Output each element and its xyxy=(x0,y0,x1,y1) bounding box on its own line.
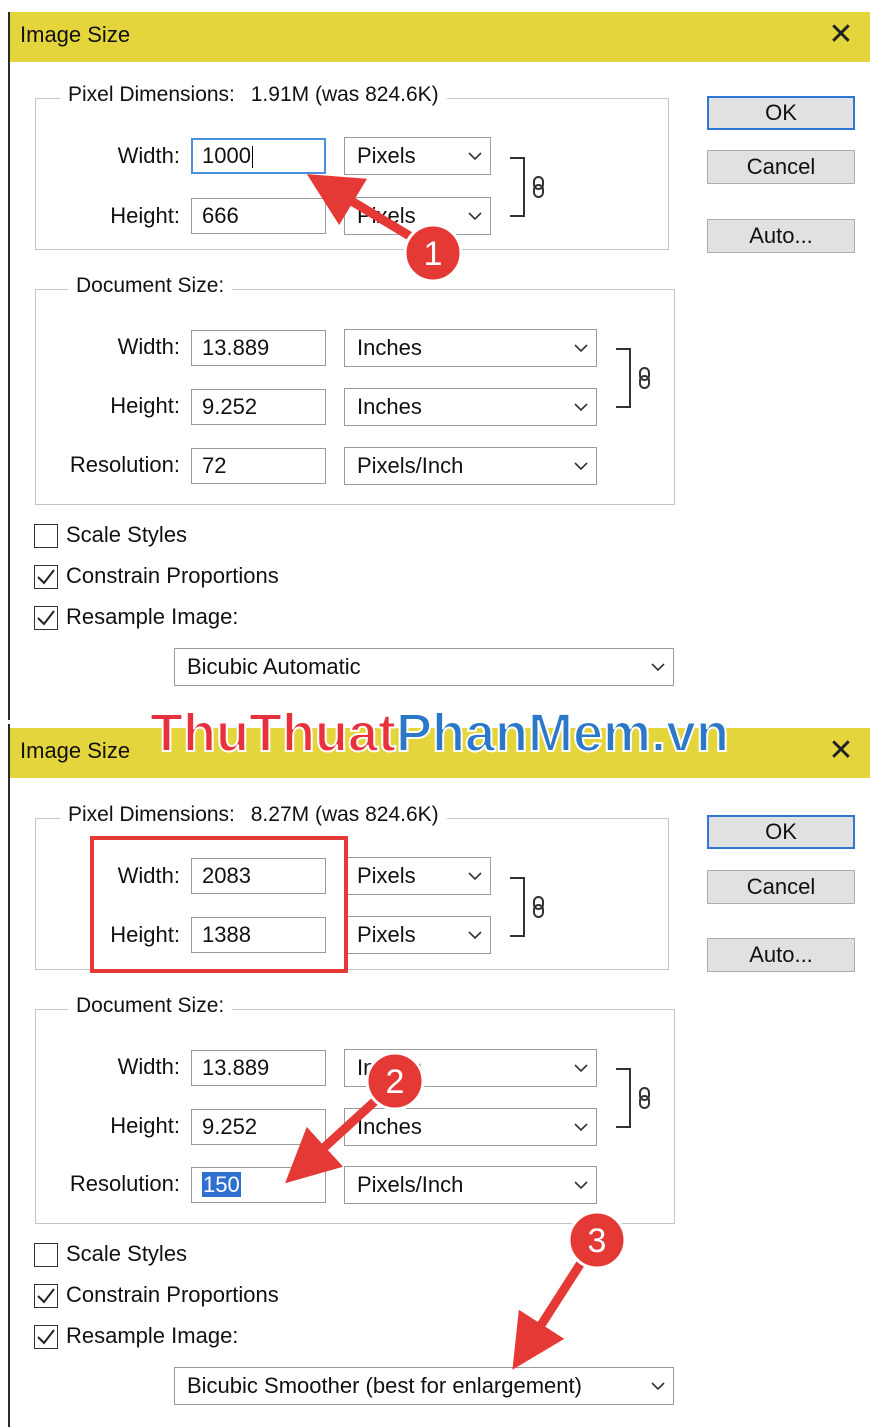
svg-text:1: 1 xyxy=(424,235,443,273)
annotation-arrow-1 xyxy=(306,174,421,245)
annotation-arrow-3 xyxy=(512,1252,590,1370)
annotation-arrow-2 xyxy=(285,1088,389,1184)
annotation-overlay: 1 2 3 xyxy=(90,174,627,1370)
step-badge-1: 1 xyxy=(403,223,463,283)
highlight-box xyxy=(90,836,348,973)
step-badge-3: 3 xyxy=(567,1210,627,1270)
svg-text:3: 3 xyxy=(588,1222,607,1260)
svg-text:2: 2 xyxy=(386,1063,405,1101)
step-badge-2: 2 xyxy=(365,1051,425,1111)
